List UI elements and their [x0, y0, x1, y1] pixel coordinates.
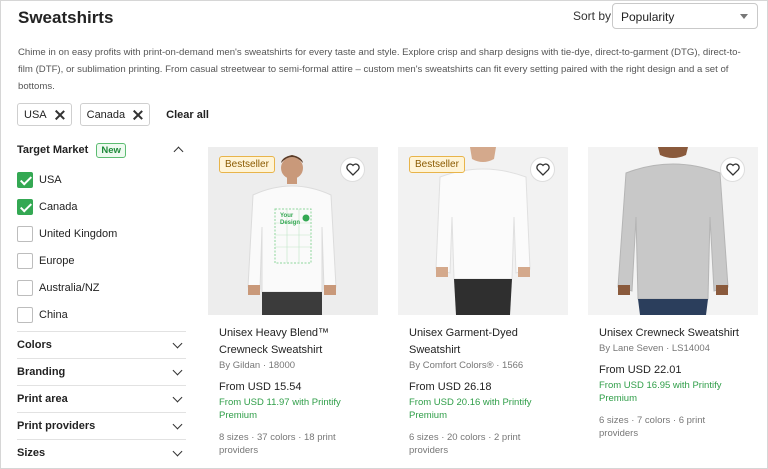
favorite-button[interactable]	[720, 157, 745, 182]
chevron-down-icon	[172, 446, 183, 456]
filter-chip-usa[interactable]: USA	[17, 103, 72, 126]
favorite-button[interactable]	[530, 157, 555, 182]
option-label: Canada	[39, 200, 78, 213]
accordion-branding[interactable]: Branding	[17, 358, 186, 385]
accordion-sizes[interactable]: Sizes	[17, 439, 186, 466]
checkbox[interactable]	[17, 306, 33, 323]
accordion-print-area[interactable]: Print area	[17, 385, 186, 412]
filter-chip-label: Canada	[86, 108, 126, 121]
filter-chip-label: USA	[24, 108, 47, 121]
premium-price: From USD 11.97 with Printify Premium	[219, 397, 341, 421]
accordion-label: Sizes	[17, 447, 46, 459]
market-option-united-kingdom[interactable]: United Kingdom	[17, 220, 186, 247]
product-meta: 6 sizes · 7 colors · 6 print providers	[599, 415, 706, 439]
market-option-europe[interactable]: Europe	[17, 247, 186, 274]
product-image[interactable]: Your Design Bestseller	[208, 147, 378, 315]
premium-price: From USD 20.16 with Printify Premium	[409, 397, 532, 421]
market-option-australia-nz[interactable]: Australia/NZ	[17, 274, 186, 301]
option-label: USA	[39, 173, 62, 186]
filter-accordions: Colors Branding Print area Print provide…	[17, 331, 186, 466]
product-price: From USD 22.01	[599, 364, 682, 376]
sort-label: Sort by	[573, 9, 612, 23]
premium-price: From USD 16.95 with Printify Premium	[599, 380, 722, 404]
checkbox[interactable]	[17, 252, 33, 269]
accordion-label: Print providers	[17, 420, 96, 432]
market-option-china[interactable]: China	[17, 301, 186, 328]
product-image[interactable]: Bestseller	[398, 147, 568, 315]
accordion-label: Print area	[17, 393, 68, 405]
product-image[interactable]	[588, 147, 758, 315]
product-price: From USD 26.18	[409, 381, 492, 393]
chevron-down-icon	[740, 14, 748, 19]
accordion-label: Colors	[17, 339, 52, 351]
accordion-label: Branding	[17, 366, 66, 378]
product-card[interactable]: Your Design Bestseller Unisex Heavy Blen…	[208, 147, 378, 457]
product-brand: By Lane Seven · LS14004	[599, 343, 710, 354]
close-icon[interactable]	[133, 110, 143, 120]
heart-icon	[725, 163, 740, 176]
checkbox[interactable]	[17, 279, 33, 296]
design-placeholder-text: Your Design	[280, 213, 301, 226]
product-card[interactable]: Bestseller Unisex Garment-Dyed Sweatshir…	[398, 147, 568, 457]
target-market-header[interactable]: Target Market New	[17, 140, 186, 160]
page-title: Sweatshirts	[18, 8, 114, 27]
product-brand: By Comfort Colors® · 1566	[409, 360, 524, 371]
product-meta: 8 sizes · 37 colors · 18 print providers	[219, 432, 336, 456]
product-card[interactable]: Unisex Crewneck Sweatshirt By Lane Seven…	[588, 147, 758, 440]
chevron-down-icon	[172, 338, 183, 348]
chevron-down-icon	[172, 392, 183, 402]
active-filters: USA Canada Clear all	[17, 103, 209, 126]
checkbox-checked[interactable]	[17, 171, 33, 188]
bestseller-badge: Bestseller	[219, 156, 275, 173]
target-market-label: Target Market	[17, 144, 89, 156]
checkbox[interactable]	[17, 225, 33, 242]
category-description: Chime in on easy profits with print-on-d…	[18, 47, 741, 92]
product-name[interactable]: Unisex Heavy Blend™ Crewneck Sweatshirt	[208, 325, 378, 359]
filter-chip-canada[interactable]: Canada	[79, 103, 151, 126]
market-option-canada[interactable]: Canada	[17, 193, 186, 220]
clear-all-link[interactable]: Clear all	[166, 109, 209, 121]
new-badge: New	[96, 142, 126, 158]
accordion-print-providers[interactable]: Print providers	[17, 412, 186, 439]
product-meta: 6 sizes · 20 colors · 2 print providers	[409, 432, 521, 456]
option-label: China	[39, 308, 68, 321]
sort-value: Popularity	[621, 10, 675, 24]
product-name[interactable]: Unisex Crewneck Sweatshirt	[588, 325, 758, 342]
favorite-button[interactable]	[340, 157, 365, 182]
target-market-options: USA Canada United Kingdom Europe Austral…	[17, 166, 186, 328]
chevron-up-icon[interactable]	[173, 146, 184, 157]
close-icon[interactable]	[55, 110, 65, 120]
product-price: From USD 15.54	[219, 381, 302, 393]
accordion-colors[interactable]: Colors	[17, 331, 186, 358]
option-label: United Kingdom	[39, 227, 118, 240]
filter-sidebar: Target Market New USA Canada United King…	[17, 140, 186, 328]
heart-icon	[345, 163, 360, 176]
product-brand: By Gildan · 18000	[219, 360, 296, 371]
sort-dropdown[interactable]: Popularity	[612, 3, 758, 29]
option-label: Australia/NZ	[39, 281, 100, 294]
market-option-usa[interactable]: USA	[17, 166, 186, 193]
product-name[interactable]: Unisex Garment-Dyed Sweatshirt	[398, 325, 568, 359]
chevron-down-icon	[172, 365, 183, 375]
chevron-down-icon	[172, 419, 183, 429]
option-label: Europe	[39, 254, 75, 267]
bestseller-badge: Bestseller	[409, 156, 465, 173]
heart-icon	[535, 163, 550, 176]
checkbox-checked[interactable]	[17, 198, 33, 215]
